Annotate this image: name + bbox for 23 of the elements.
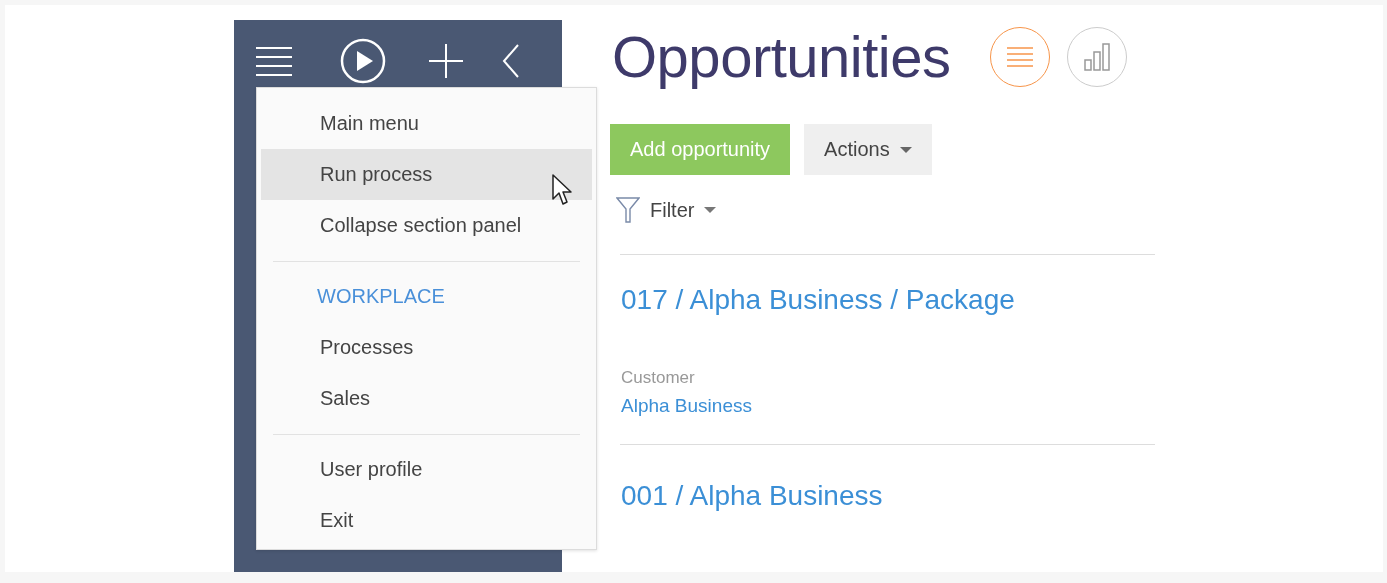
menu-item[interactable]: Run process <box>261 149 592 200</box>
caret-icon <box>704 207 717 213</box>
bar-chart-icon <box>1084 43 1111 71</box>
menu-icon[interactable] <box>254 45 294 77</box>
menu-section-header: WORKPLACE <box>316 284 446 309</box>
menu-item[interactable]: Collapse section panel <box>261 200 592 251</box>
menu-item[interactable]: Sales <box>261 373 592 424</box>
menu-item[interactable]: Exit <box>261 495 592 546</box>
play-icon[interactable] <box>340 38 386 84</box>
mouse-cursor-icon <box>551 173 573 207</box>
page-title: Opportunities <box>612 23 951 91</box>
filter-icon <box>616 197 640 223</box>
customer-link[interactable]: Alpha Business <box>621 394 752 418</box>
collapse-icon[interactable] <box>502 44 520 78</box>
list-icon <box>1007 47 1034 67</box>
field-label: Customer <box>621 368 696 388</box>
add-icon[interactable] <box>428 43 464 79</box>
menu-item[interactable]: User profile <box>261 444 592 495</box>
caret-icon <box>899 146 912 153</box>
filter-button[interactable]: Filter <box>616 197 717 223</box>
menu-item[interactable]: Processes <box>261 322 592 373</box>
menu-item[interactable]: Main menu <box>261 98 592 149</box>
actions-dropdown-button[interactable]: Actions <box>804 124 932 175</box>
